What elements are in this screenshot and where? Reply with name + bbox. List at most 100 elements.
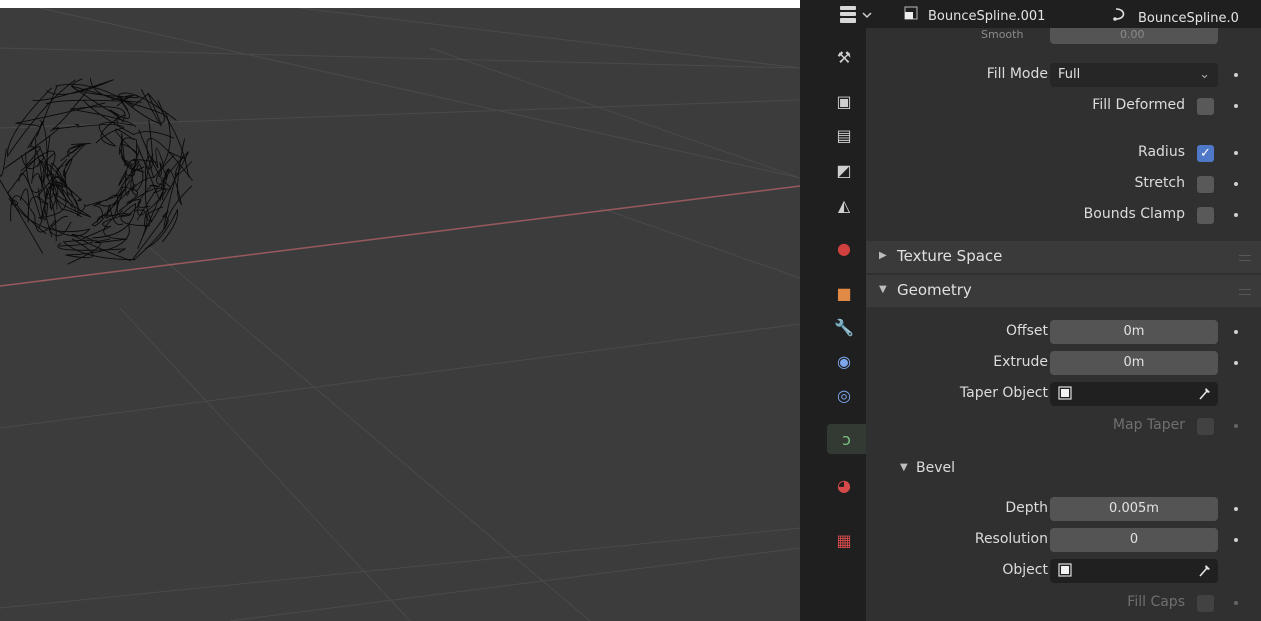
scene-tab[interactable]: ◭ bbox=[828, 190, 860, 220]
keyframe-dot[interactable] bbox=[1234, 538, 1238, 542]
breadcrumb-curve-data[interactable]: BounceSpline.0 bbox=[1112, 6, 1239, 26]
render-icon: ▣ bbox=[836, 91, 852, 111]
world-icon: ● bbox=[837, 238, 851, 258]
properties-tab-bar: ⚒ ▣ ▤ ◩ ◭ ● ■ 🔧 ◉ ◎ ɔ ◕ ▦ bbox=[800, 28, 866, 621]
viewport-canvas[interactable] bbox=[0, 8, 800, 621]
smooth-value: 0.00 bbox=[1120, 28, 1145, 41]
spline-strand bbox=[121, 133, 126, 167]
depth-field[interactable]: 0.005m bbox=[1050, 497, 1218, 521]
extrude-field[interactable]: 0m bbox=[1050, 351, 1218, 375]
resolution-label: Resolution bbox=[974, 531, 1048, 547]
bevel-subpanel-header[interactable]: ▼ Bevel bbox=[866, 452, 1261, 486]
spline-strand bbox=[140, 89, 189, 177]
fill-mode-dropdown[interactable]: Full ⌄ bbox=[1050, 63, 1218, 87]
particles-tab[interactable]: ◉ bbox=[828, 346, 860, 376]
fill-mode-label: Fill Mode bbox=[986, 66, 1048, 82]
object-icon bbox=[1058, 563, 1072, 577]
radius-checkbox[interactable]: ✓ bbox=[1197, 145, 1214, 162]
object-data-tab[interactable]: ɔ bbox=[827, 424, 866, 454]
smooth-label: Smooth bbox=[981, 28, 1024, 41]
spline-strand bbox=[27, 85, 58, 149]
bevel-title: Bevel bbox=[916, 460, 956, 476]
object-tab[interactable]: ■ bbox=[828, 278, 860, 308]
properties-editor-icon bbox=[840, 6, 872, 23]
fill-deformed-label: Fill Deformed bbox=[1092, 97, 1185, 113]
output-icon: ▤ bbox=[836, 125, 852, 145]
material-icon: ◕ bbox=[837, 475, 851, 495]
fill-deformed-checkbox[interactable] bbox=[1197, 98, 1214, 115]
texture-tab[interactable]: ▦ bbox=[828, 525, 860, 555]
physics-tab[interactable]: ◎ bbox=[828, 380, 860, 410]
taper-object-field[interactable] bbox=[1050, 382, 1218, 406]
texture-space-title: Texture Space bbox=[897, 247, 1003, 265]
keyframe-dot[interactable] bbox=[1234, 104, 1238, 108]
keyframe-dot[interactable] bbox=[1234, 601, 1238, 605]
smooth-row: Smooth 0.00 bbox=[866, 28, 1261, 44]
fill-caps-label: Fill Caps bbox=[1127, 594, 1185, 610]
stretch-label: Stretch bbox=[1134, 175, 1186, 191]
wrench-icon: 🔧 bbox=[834, 317, 854, 337]
editor-type-selector[interactable] bbox=[836, 4, 882, 26]
taper-object-row: Taper Object bbox=[866, 380, 1261, 408]
offset-row: Offset 0m bbox=[866, 318, 1261, 346]
tool-icon: ⚒ bbox=[836, 47, 852, 67]
world-tab[interactable]: ● bbox=[828, 233, 860, 263]
resolution-row: Resolution 0 bbox=[866, 526, 1261, 554]
data-name: BounceSpline.0 bbox=[1138, 11, 1239, 26]
stretch-checkbox[interactable] bbox=[1197, 176, 1214, 193]
bounds-clamp-label: Bounds Clamp bbox=[1083, 206, 1185, 222]
taper-object-label: Taper Object bbox=[959, 385, 1048, 401]
spline-strand bbox=[115, 128, 139, 156]
spline-strand bbox=[48, 215, 72, 237]
object-icon: ■ bbox=[836, 283, 852, 303]
bevel-object-field[interactable] bbox=[1050, 559, 1218, 583]
radius-row: Radius ✓ bbox=[866, 139, 1261, 167]
smooth-field[interactable]: 0.00 bbox=[1050, 28, 1218, 44]
expanded-arrow-icon: ▼ bbox=[900, 462, 908, 473]
spline-strand bbox=[76, 124, 125, 144]
breadcrumb-object[interactable]: BounceSpline.001 bbox=[904, 6, 1045, 24]
material-tab[interactable]: ◕ bbox=[828, 470, 860, 500]
keyframe-dot[interactable] bbox=[1234, 213, 1238, 217]
keyframe-dot[interactable] bbox=[1234, 361, 1238, 365]
eyedropper-icon[interactable] bbox=[1198, 385, 1212, 409]
extrude-row: Extrude 0m bbox=[866, 349, 1261, 377]
keyframe-dot[interactable] bbox=[1234, 330, 1238, 334]
keyframe-dot[interactable] bbox=[1234, 424, 1238, 428]
drag-grip-icon[interactable] bbox=[1239, 289, 1251, 295]
bevel-object-label: Object bbox=[1002, 562, 1048, 578]
fill-caps-checkbox[interactable] bbox=[1197, 595, 1214, 612]
geometry-panel-header[interactable]: ▼ Geometry bbox=[866, 275, 1261, 307]
texture-space-panel-header[interactable]: ▶ Texture Space bbox=[866, 241, 1261, 273]
spline-strand bbox=[45, 78, 142, 105]
properties-editor: BounceSpline.001 BounceSpline.0 ⚒ ▣ ▤ ◩ ◭ ● ■ 🔧… bbox=[800, 0, 1261, 621]
render-tab[interactable]: ▣ bbox=[828, 86, 860, 116]
properties-header: BounceSpline.001 BounceSpline.0 bbox=[800, 0, 1261, 28]
map-taper-checkbox[interactable] bbox=[1197, 418, 1214, 435]
offset-field[interactable]: 0m bbox=[1050, 320, 1218, 344]
spline-strand bbox=[25, 152, 43, 194]
eyedropper-icon[interactable] bbox=[1198, 562, 1212, 586]
chevron-down-icon: ⌄ bbox=[1199, 67, 1210, 82]
scene-icon: ◭ bbox=[837, 195, 851, 215]
keyframe-dot[interactable] bbox=[1234, 507, 1238, 511]
curve-data-icon: ɔ bbox=[842, 429, 851, 449]
keyframe-dot[interactable] bbox=[1234, 73, 1238, 77]
drag-grip-icon[interactable] bbox=[1239, 255, 1251, 261]
output-tab[interactable]: ▤ bbox=[828, 120, 860, 150]
bounds-clamp-checkbox[interactable] bbox=[1197, 207, 1214, 224]
keyframe-dot[interactable] bbox=[1234, 182, 1238, 186]
keyframe-dot[interactable] bbox=[1234, 151, 1238, 155]
view-layer-tab[interactable]: ◩ bbox=[828, 155, 860, 185]
view-layer-icon: ◩ bbox=[836, 160, 852, 180]
bounce-spline-object[interactable] bbox=[0, 78, 193, 265]
texture-icon: ▦ bbox=[836, 530, 852, 550]
map-taper-label: Map Taper bbox=[1112, 417, 1185, 433]
collapsed-arrow-icon: ▶ bbox=[879, 250, 887, 261]
resolution-field[interactable]: 0 bbox=[1050, 528, 1218, 552]
spline-strand bbox=[15, 102, 106, 128]
3d-viewport[interactable] bbox=[0, 8, 800, 621]
tool-tab[interactable]: ⚒ bbox=[828, 42, 860, 72]
modifiers-tab[interactable]: 🔧 bbox=[828, 312, 860, 342]
particles-icon: ◉ bbox=[837, 351, 851, 371]
